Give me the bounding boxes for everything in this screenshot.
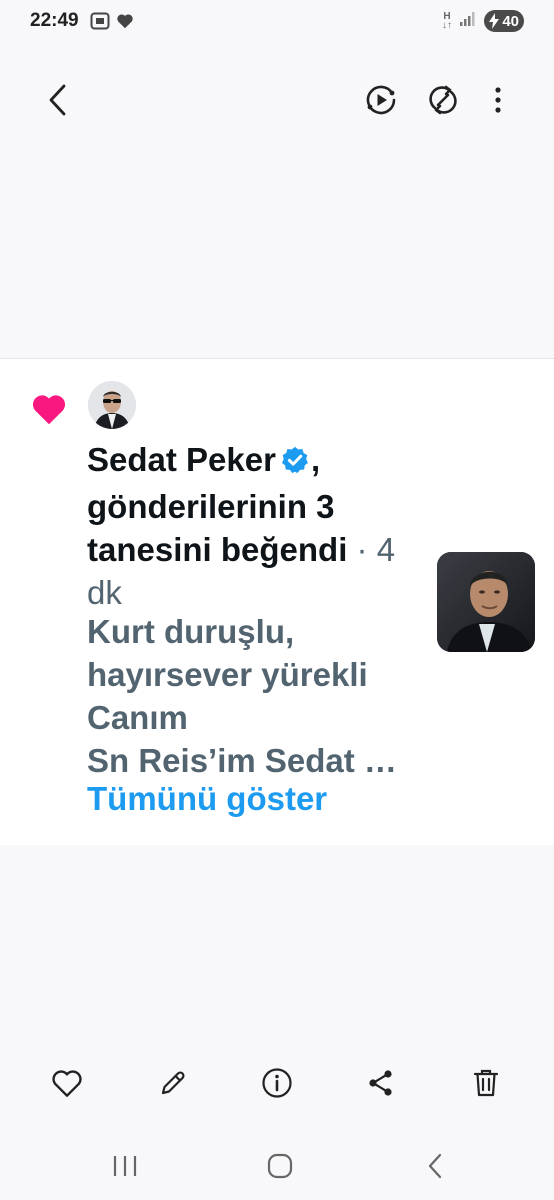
play-button[interactable]	[359, 78, 403, 122]
chevron-left-icon	[49, 84, 66, 116]
battery-indicator: 40	[484, 10, 524, 32]
system-nav-bar	[0, 1140, 554, 1190]
play-circle-icon	[366, 85, 396, 115]
post-thumbnail[interactable]	[437, 552, 535, 652]
delete-button[interactable]	[464, 1061, 508, 1105]
share-icon	[369, 1070, 392, 1096]
status-bar: 22:49 H ↓↑ 40	[0, 0, 554, 44]
system-back-button[interactable]	[411, 1148, 459, 1184]
info-button[interactable]	[255, 1061, 299, 1105]
notification-headline: Sedat Peker, gönderilerinin 3 tanesini b…	[87, 438, 427, 614]
more-vertical-icon	[495, 87, 501, 113]
avatar[interactable]	[88, 381, 136, 429]
preview-line: Canım	[87, 699, 188, 736]
recents-icon	[113, 1156, 137, 1176]
trash-icon	[473, 1069, 499, 1097]
signal-icon	[460, 11, 476, 31]
pencil-icon	[161, 1071, 185, 1095]
preview-line: Kurt duruşlu,	[87, 613, 295, 650]
preview-line: Sn Reis’im Sedat …	[87, 742, 397, 779]
action-text: gönderilerinin 3 tanesini beğendi	[87, 488, 348, 568]
bottom-action-bar	[0, 1055, 554, 1115]
home-button[interactable]	[256, 1148, 304, 1184]
heart-outline-icon	[52, 1070, 82, 1097]
show-more-link[interactable]: Tümünü göster	[87, 780, 327, 818]
post-preview[interactable]: Kurt duruşlu, hayırsever yürekli Canım S…	[87, 610, 427, 782]
network-type-icon: H ↓↑	[442, 11, 452, 31]
edit-button[interactable]	[151, 1061, 195, 1105]
home-icon	[267, 1153, 293, 1179]
back-button[interactable]	[36, 78, 80, 122]
more-options-button[interactable]	[476, 78, 520, 122]
status-time: 22:49	[30, 10, 79, 31]
like-button[interactable]	[45, 1061, 89, 1105]
heart-status-icon	[116, 13, 134, 34]
recents-button[interactable]	[101, 1148, 149, 1184]
share-button[interactable]	[359, 1061, 403, 1105]
screenshot-icon	[90, 12, 110, 35]
headline-comma: ,	[310, 441, 321, 478]
back-icon	[428, 1153, 442, 1179]
sync-icon	[429, 85, 457, 115]
sync-button[interactable]	[421, 78, 465, 122]
preview-line: hayırsever yürekli	[87, 656, 368, 693]
top-toolbar	[0, 66, 554, 138]
verified-badge-icon	[280, 442, 310, 485]
user-name[interactable]: Sedat Peker	[87, 441, 276, 478]
heart-icon	[31, 393, 67, 430]
info-icon	[262, 1068, 292, 1098]
